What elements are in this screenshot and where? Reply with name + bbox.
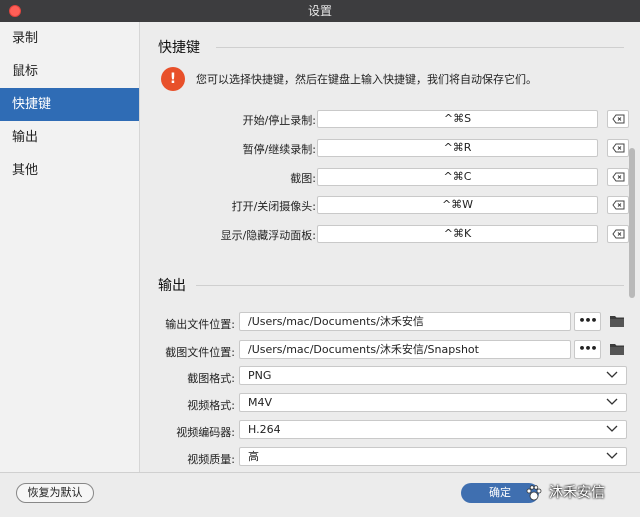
shortcut-label-camera: 打开/关闭摄像头: [231,200,316,213]
delete-icon [612,143,625,153]
open-folder-button[interactable] [607,312,627,331]
chevron-down-icon [606,398,618,405]
shortcuts-section-title: 快捷键 [158,40,200,56]
video-quality-label: 视频质量: [187,453,235,466]
video-encoder-label: 视频编码器: [176,426,235,439]
screenshot-format-value: PNG [248,369,272,382]
chevron-down-icon [606,371,618,378]
shortcut-label-record: 开始/停止录制: [242,114,316,127]
folder-icon [610,344,624,355]
snapshot-path-field[interactable]: /Users/mac/Documents/沐禾安信/Snapshot [239,340,571,359]
chevron-down-icon [606,425,618,432]
watermark-text: 沐禾安信 [549,485,605,501]
clear-shortcut-button[interactable] [607,110,629,128]
video-quality-value: 高 [248,450,259,463]
sidebar-item-other[interactable]: 其他 [0,154,139,187]
browse-snapshot-button[interactable]: ••• [574,340,601,359]
footer-bar: 恢复为默认 确定 沐禾安信 [0,472,640,517]
sidebar-item-shortcuts[interactable]: 快捷键 [0,88,139,121]
delete-icon [612,172,625,182]
sidebar: 录制 鼠标 快捷键 输出 其他 [0,22,140,472]
sidebar-item-record[interactable]: 录制 [0,22,139,55]
delete-icon [612,200,625,210]
settings-window: 设置 录制 鼠标 快捷键 输出 其他 快捷键 ! 您可以选择快捷键，然后在键盘上… [0,0,640,517]
shortcut-field-pause[interactable]: ^⌘R [317,139,598,157]
shortcut-label-pause: 暂停/继续录制: [242,143,316,156]
screenshot-format-label: 截图格式: [187,372,235,385]
shortcut-label-float-panel: 显示/隐藏浮动面板: [220,229,316,242]
snapshot-path-label: 截图文件位置: [165,346,235,359]
paw-icon [526,485,542,501]
output-path-label: 输出文件位置: [165,318,235,331]
shortcut-field-record[interactable]: ^⌘S [317,110,598,128]
video-format-select[interactable]: M4V [239,393,627,412]
open-folder-button[interactable] [607,340,627,359]
video-quality-select[interactable]: 高 [239,447,627,466]
shortcut-label-screenshot: 截图: [290,172,316,185]
clear-shortcut-button[interactable] [607,196,629,214]
window-title: 设置 [307,4,332,18]
shortcut-field-float-panel[interactable]: ^⌘K [317,225,598,243]
section-divider [216,47,624,48]
shortcuts-info-text: 您可以选择快捷键，然后在键盘上输入快捷键，我们将自动保存它们。 [196,73,537,86]
scrollbar-thumb[interactable] [629,148,635,298]
shortcut-field-screenshot[interactable]: ^⌘C [317,168,598,186]
browse-output-button[interactable]: ••• [574,312,601,331]
sidebar-item-output[interactable]: 输出 [0,121,139,154]
warning-icon: ! [161,67,185,91]
title-bar: 设置 [0,0,640,22]
video-encoder-value: H.264 [248,423,281,436]
chevron-down-icon [606,452,618,459]
output-path-field[interactable]: /Users/mac/Documents/沐禾安信 [239,312,571,331]
delete-icon [612,114,625,124]
delete-icon [612,229,625,239]
clear-shortcut-button[interactable] [607,139,629,157]
clear-shortcut-button[interactable] [607,168,629,186]
shortcut-field-camera[interactable]: ^⌘W [317,196,598,214]
section-divider [196,285,624,286]
settings-content: 快捷键 ! 您可以选择快捷键，然后在键盘上输入快捷键，我们将自动保存它们。 开始… [141,22,640,472]
clear-shortcut-button[interactable] [607,225,629,243]
video-encoder-select[interactable]: H.264 [239,420,627,439]
close-window-button[interactable] [9,5,21,17]
screenshot-format-select[interactable]: PNG [239,366,627,385]
reset-defaults-button[interactable]: 恢复为默认 [16,483,94,503]
video-format-label: 视频格式: [187,399,235,412]
output-section-title: 输出 [158,278,186,294]
sidebar-item-mouse[interactable]: 鼠标 [0,55,139,88]
folder-icon [610,316,624,327]
video-format-value: M4V [248,396,273,409]
